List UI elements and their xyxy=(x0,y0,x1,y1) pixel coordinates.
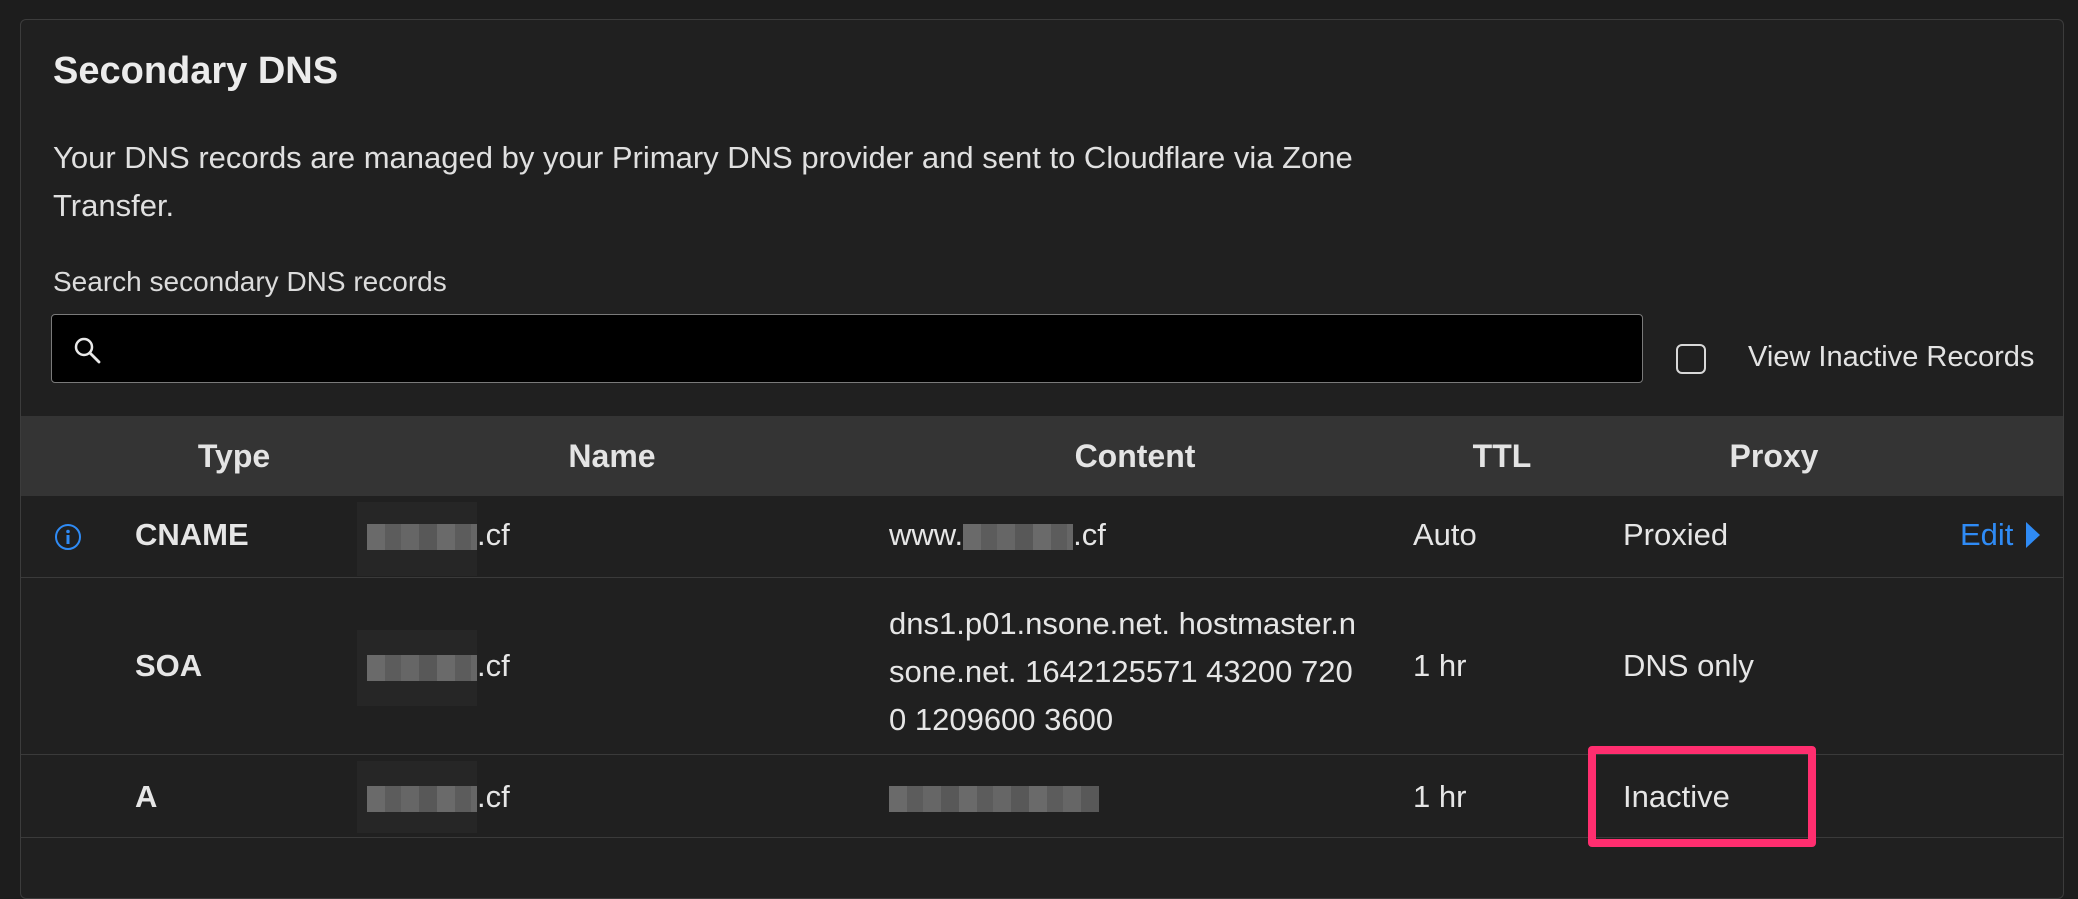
column-header-proxy[interactable]: Proxy xyxy=(1730,416,1819,496)
record-content xyxy=(889,779,1099,815)
description-text: Your DNS records are managed by your Pri… xyxy=(53,140,1353,223)
search-field[interactable] xyxy=(51,314,1643,383)
record-name: .cf xyxy=(367,517,510,553)
column-header-name[interactable]: Name xyxy=(568,416,655,496)
record-type: CNAME xyxy=(135,517,249,552)
search-icon xyxy=(74,337,101,364)
record-type: SOA xyxy=(135,648,203,683)
record-proxy: Proxied xyxy=(1623,517,1729,552)
chevron-right-icon xyxy=(2026,522,2041,548)
info-icon[interactable] xyxy=(54,523,82,551)
record-content: dns1.p01.nsone.net. hostmaster.n sone.ne… xyxy=(889,600,1356,744)
content-line: 0 1209600 3600 xyxy=(889,702,1114,737)
content-prefix: www. xyxy=(889,517,964,552)
search-label: Search secondary DNS records xyxy=(53,266,447,297)
record-content: www. .cf xyxy=(889,517,1106,553)
redacted-block xyxy=(367,785,477,812)
redacted-block xyxy=(963,523,1074,550)
name-suffix: .cf xyxy=(477,779,510,814)
highlight-box xyxy=(1588,746,1816,847)
table-row: SOA .cf dns1.p01.nsone.net. hostmaster.n… xyxy=(21,578,2063,755)
content-suffix: .cf xyxy=(1073,517,1106,552)
column-header-content[interactable]: Content xyxy=(1075,416,1196,496)
record-name: .cf xyxy=(367,648,510,684)
search-input[interactable] xyxy=(122,315,1626,383)
name-suffix: .cf xyxy=(477,517,510,552)
edit-button[interactable]: Edit xyxy=(1960,517,2041,553)
view-inactive-checkbox[interactable] xyxy=(1676,344,1706,374)
name-suffix: .cf xyxy=(477,648,510,683)
record-type: A xyxy=(135,779,158,814)
page-title: Secondary DNS xyxy=(53,50,339,92)
column-header-ttl[interactable]: TTL xyxy=(1473,416,1532,496)
redacted-block xyxy=(889,785,1099,812)
column-header-type[interactable]: Type xyxy=(198,416,270,496)
record-name: .cf xyxy=(367,779,510,815)
edit-label: Edit xyxy=(1960,517,2014,552)
content-line: dns1.p01.nsone.net. hostmaster.n xyxy=(889,606,1357,641)
table-header: Type Name Content TTL Proxy xyxy=(21,416,2063,496)
content-line: sone.net. 1642125571 43200 720 xyxy=(889,654,1353,689)
record-ttl: Auto xyxy=(1413,517,1477,552)
redacted-block xyxy=(367,654,477,681)
record-proxy: DNS only xyxy=(1623,648,1754,683)
table-row: CNAME .cf www. .cf Auto Proxied Edit xyxy=(21,496,2063,578)
record-ttl: 1 hr xyxy=(1413,779,1467,814)
view-inactive-label[interactable]: View Inactive Records xyxy=(1748,341,2034,374)
redacted-block xyxy=(367,523,477,550)
record-ttl: 1 hr xyxy=(1413,648,1467,683)
